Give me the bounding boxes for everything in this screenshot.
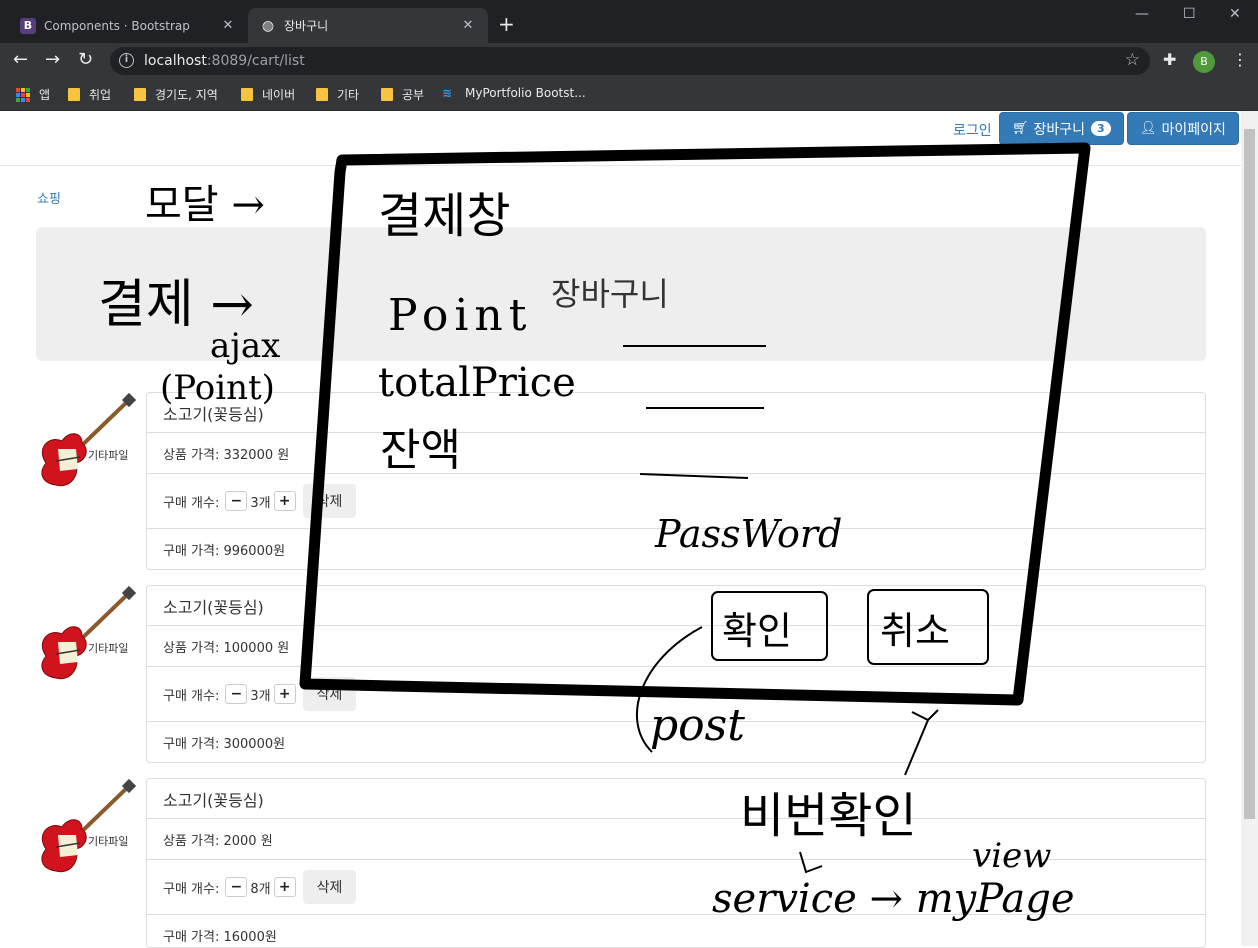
cart-button[interactable]: 🛒︎ 장바구니 3: [999, 112, 1124, 145]
tab-title: Components · Bootstrap: [44, 18, 190, 33]
handwritten-balance: 잔액: [380, 425, 461, 476]
folder-icon: [316, 88, 328, 101]
handwritten-service-flow: service → myPage: [712, 876, 1075, 922]
page-title: 장바구니: [551, 275, 669, 313]
tab-components-bootstrap[interactable]: B Components · Bootstrap ✕: [8, 8, 248, 43]
bookmark-star-icon[interactable]: ☆: [1125, 50, 1140, 70]
handwritten-cancel: 취소: [880, 609, 950, 653]
handwritten-modal-note: 모달 →: [145, 182, 265, 228]
reload-icon[interactable]: ↻: [78, 50, 93, 70]
breadcrumb-shopping[interactable]: 쇼핑: [37, 188, 61, 207]
back-icon[interactable]: ←: [13, 50, 28, 70]
increase-quantity-button[interactable]: +: [273, 491, 296, 511]
decrease-quantity-button[interactable]: −: [225, 877, 248, 897]
handwritten-password: PassWord: [655, 512, 843, 556]
guitar-thumbnail: [41, 392, 136, 487]
user-icon: 👤︎: [1140, 121, 1157, 136]
url-text: localhost:8089/cart/list: [144, 53, 305, 69]
bookmark-folder[interactable]: 공부: [381, 86, 424, 103]
handwritten-payment-window: 결제창: [378, 188, 511, 244]
folder-icon: [68, 88, 80, 101]
handwritten-view: view: [972, 836, 1052, 876]
item-price: 상품 가격: 332000 원: [147, 433, 1205, 474]
page-viewport: 로그인 🛒︎ 장바구니 3 👤︎ 마이페이지 쇼핑 장바구니 기타파일 소고기(…: [0, 111, 1258, 948]
forward-icon[interactable]: →: [45, 50, 60, 70]
bookmarks-bar: 앱 취업 경기도, 지역 네이버 기타 공부 ≋ MyPortfolio Boot…: [0, 79, 1258, 111]
handwritten-confirm: 확인: [722, 609, 792, 653]
new-tab-icon[interactable]: +: [498, 14, 515, 34]
quantity-value: 8개: [250, 881, 271, 897]
folder-icon: [381, 88, 393, 101]
address-bar[interactable]: i localhost:8089/cart/list ☆: [110, 47, 1150, 75]
folder-icon: [241, 88, 253, 101]
increase-quantity-button[interactable]: +: [273, 877, 296, 897]
tab-title: 장바구니: [284, 19, 329, 33]
decrease-quantity-button[interactable]: −: [225, 684, 248, 704]
increase-quantity-button[interactable]: +: [273, 684, 296, 704]
bookmark-folder[interactable]: 경기도, 지역: [134, 86, 218, 103]
cart-count-badge: 3: [1091, 121, 1111, 136]
browser-toolbar: ← → ↻ i localhost:8089/cart/list ☆: [0, 43, 1258, 79]
extensions-icon[interactable]: ✚: [1163, 50, 1176, 69]
bookmark-folder[interactable]: 기타: [316, 86, 359, 103]
thumbnail-caption: 기타파일: [88, 449, 129, 462]
bookmark-folder[interactable]: 취업: [68, 86, 111, 103]
thumbnail-caption: 기타파일: [88, 642, 129, 655]
handwritten-point-paren: (Point): [160, 368, 275, 408]
close-tab-icon[interactable]: ✕: [220, 18, 236, 33]
bookmark-myportfolio[interactable]: ≋ MyPortfolio Bootst...: [442, 86, 586, 100]
bookmark-folder[interactable]: 네이버: [241, 86, 295, 103]
apps-icon: [16, 87, 30, 102]
menu-icon[interactable]: ⋮: [1232, 50, 1248, 69]
handwritten-pw-check: 비번확인: [740, 788, 917, 844]
handwritten-point: Point: [388, 290, 533, 341]
page-scrollbar[interactable]: [1241, 111, 1258, 946]
bootstrap-icon: B: [20, 17, 36, 34]
item-name: 소고기(꽃등심): [147, 586, 1205, 626]
browser-tab-strip: B Components · Bootstrap ✕ ◍ 장바구니 ✕ + — …: [0, 0, 1258, 43]
item-name: 소고기(꽃등심): [147, 779, 1205, 819]
maximize-icon[interactable]: ☐: [1183, 6, 1196, 22]
cart-icon: 🛒︎: [1012, 121, 1029, 136]
handwritten-ajax: ajax: [210, 326, 281, 366]
guitar-thumbnail: [41, 778, 136, 873]
profile-avatar[interactable]: B: [1193, 51, 1215, 73]
close-tab-icon[interactable]: ✕: [460, 18, 476, 33]
handwritten-post: post: [650, 700, 745, 751]
thumbnail-caption: 기타파일: [88, 835, 129, 848]
decrease-quantity-button[interactable]: −: [225, 491, 248, 511]
minimize-icon[interactable]: —: [1135, 6, 1149, 22]
quantity-value: 3개: [250, 688, 271, 704]
close-window-icon[interactable]: ✕: [1229, 6, 1241, 22]
tab-cart[interactable]: ◍ 장바구니 ✕: [248, 8, 488, 43]
site-info-icon[interactable]: i: [119, 53, 134, 68]
bookmark-apps[interactable]: 앱: [16, 86, 50, 103]
delete-button[interactable]: 삭제: [302, 484, 357, 518]
delete-button[interactable]: 삭제: [302, 870, 357, 904]
handwritten-total-price: totalPrice: [378, 360, 576, 406]
item-name: 소고기(꽃등심): [147, 393, 1205, 433]
login-link[interactable]: 로그인: [953, 120, 992, 140]
bootstrap-blue-icon: ≋: [442, 86, 453, 100]
globe-icon: ◍: [261, 17, 275, 34]
quantity-value: 3개: [250, 495, 271, 511]
top-navbar: 로그인 🛒︎ 장바구니 3 👤︎ 마이페이지: [0, 111, 1241, 166]
guitar-thumbnail: [41, 585, 136, 680]
delete-button[interactable]: 삭제: [302, 677, 357, 711]
scrollbar-thumb[interactable]: [1244, 129, 1255, 819]
item-price: 상품 가격: 100000 원: [147, 626, 1205, 667]
mypage-button[interactable]: 👤︎ 마이페이지: [1127, 112, 1239, 145]
folder-icon: [134, 88, 146, 101]
